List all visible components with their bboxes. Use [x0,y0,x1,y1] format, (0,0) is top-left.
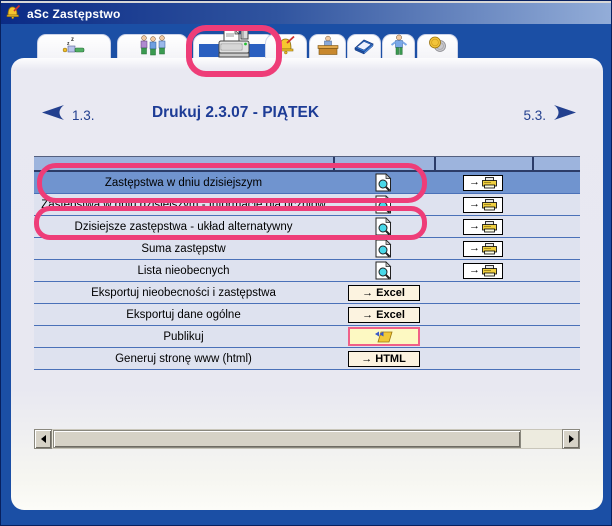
next-day-label: 5.3. [523,108,546,123]
printer-glyph [482,199,497,211]
header-separator [333,157,335,170]
preview-button[interactable] [375,239,392,258]
arrow-right-icon [553,104,579,126]
arrow-glyph: → [469,199,480,210]
tab-coins[interactable] [417,34,458,60]
publish-icon [373,329,395,344]
person-icon [389,34,409,61]
row-label: Generuj stronę www (html) [115,353,252,365]
printer-glyph [482,177,497,189]
page-title: Drukuj 2.3.07 - PIĄTEK [123,104,348,122]
row-label: Zastępstwa w dniu dzisiejszym [105,177,262,189]
print-button[interactable]: → [463,219,503,235]
people-icon [136,34,170,61]
arrow-glyph: → [469,221,480,232]
header-separator [434,157,436,170]
next-day-control[interactable]: 5.3. [523,104,579,126]
row-label: Dzisiejsze zastępstwa - układ alternatyw… [75,221,293,233]
tab-people[interactable] [117,34,188,60]
preview-button[interactable] [375,195,392,214]
table-row-export-general[interactable]: Eksportuj dane ogólne → Excel [34,304,580,326]
export-excel-button[interactable]: → Excel [348,307,420,323]
table-row-substitutions-today[interactable]: Zastępstwa w dniu dzisiejszym → [34,172,580,194]
printer-glyph [482,221,497,233]
window-title: aSc Zastępstwo [27,7,121,21]
preview-button[interactable] [375,217,392,236]
triangle-right-icon [569,435,578,443]
print-button[interactable]: → [463,197,503,213]
print-actions-table: Zastępstwa w dniu dzisiejszym → [34,156,580,370]
arrow-glyph: → [469,177,480,188]
svg-text:z: z [71,37,74,43]
horizontal-scrollbar[interactable] [34,429,580,449]
print-button[interactable]: → [463,241,503,257]
row-label: Suma zastępstw [141,243,225,255]
sleep-icon: z z [59,35,89,60]
tab-reception-desk[interactable] [309,34,346,60]
row-label: Eksportuj dane ogólne [126,309,240,321]
prev-day-control[interactable]: 1.3. [39,104,95,126]
preview-button[interactable] [375,261,392,280]
scrollbar-thumb[interactable] [53,430,521,448]
print-button[interactable]: → [463,175,503,191]
title-bar: aSc Zastępstwo [1,3,611,24]
table-row-publish[interactable]: Publikuj [34,326,580,348]
content-panel: 1.3. Drukuj 2.3.07 - PIĄTEK 5.3. Zastęps… [11,58,603,510]
coins-icon [425,35,451,60]
bell-pencil-icon [5,4,21,24]
arrow-left-icon [39,104,65,126]
prev-day-label: 1.3. [72,108,95,123]
app-window: aSc Zastępstwo z z [0,0,612,526]
arrow-glyph: → [469,265,480,276]
tab-sleep[interactable]: z z [37,34,111,60]
tab-bell[interactable] [265,34,307,60]
triangle-left-icon [37,435,46,443]
printer-glyph [482,243,497,255]
reception-desk-icon [316,35,340,60]
arrow-glyph: → [469,243,480,254]
row-label: Zastępstwa w dniu dzisiejszym - Informac… [41,199,325,211]
tab-person[interactable] [382,34,415,60]
scrollbar-track[interactable] [52,429,562,449]
print-button[interactable]: → [463,263,503,279]
row-label: Publikuj [163,331,203,343]
printer-glyph [482,265,497,277]
generate-html-button[interactable]: → HTML [348,351,420,367]
row-label: Eksportuj nieobecności i zastępstwa [91,287,276,299]
table-row-export-absences[interactable]: Eksportuj nieobecności i zastępstwa → Ex… [34,282,580,304]
row-label: Lista nieobecnych [137,265,229,277]
table-row-substitution-sum[interactable]: Suma zastępstw → [34,238,580,260]
scroll-right-button[interactable] [562,429,580,449]
bell-icon [275,35,297,60]
tab-book[interactable] [347,34,381,60]
table-row-generate-html[interactable]: Generuj stronę www (html) → HTML [34,348,580,370]
publish-button[interactable] [348,327,420,346]
table-row-substitutions-alternative[interactable]: Dzisiejsze zastępstwa - układ alternatyw… [34,216,580,238]
tab-printer[interactable] [193,34,275,60]
day-navigation: 1.3. Drukuj 2.3.07 - PIĄTEK 5.3. [11,104,603,126]
table-row-substitutions-today-students[interactable]: Zastępstwa w dniu dzisiejszym - Informac… [34,194,580,216]
preview-button[interactable] [375,173,392,192]
header-separator [532,157,534,170]
scroll-left-button[interactable] [34,429,52,449]
table-header [34,156,580,172]
table-row-absent-list[interactable]: Lista nieobecnych → [34,260,580,282]
book-icon [352,35,376,60]
export-excel-button[interactable]: → Excel [348,285,420,301]
